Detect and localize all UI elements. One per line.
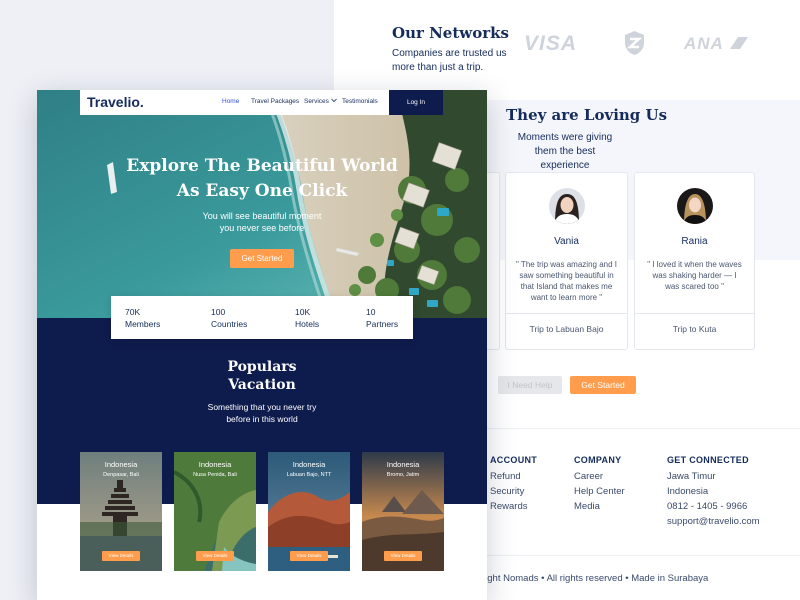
testimonial-card-rania: Rania " I loved it when the waves was sh… — [634, 172, 755, 350]
footer-link-security[interactable]: Security — [490, 484, 537, 499]
testimonial-name: Rania — [681, 236, 708, 247]
stat-members: 70K Members — [125, 306, 160, 330]
popular-title-line-2: Vacation — [228, 377, 296, 393]
divider — [635, 313, 754, 314]
vacation-country: Indonesia — [292, 460, 326, 469]
hero-subtitle-line-2: you never see before — [219, 223, 305, 233]
hero-title: Explore The Beautiful World As Easy One … — [107, 154, 417, 204]
popular-subtitle-line-1: Something that you never try — [207, 402, 317, 412]
networks-subtitle: Companies are trusted us more than just … — [392, 48, 507, 73]
stat-value: 100 — [211, 307, 226, 317]
testimonial-trip: Trip to Kuta — [672, 324, 717, 334]
ana-stripe-icon — [729, 37, 748, 49]
nav-link-services[interactable]: Services — [304, 98, 337, 105]
copyright: right Nomads • All rights reserved • Mad… — [482, 573, 709, 584]
vacation-place: Denpasar, Bali — [103, 472, 139, 478]
testimonial-trip: Trip to Labuan Bajo — [529, 324, 604, 334]
navbar: Travelio. Home Travel Packages Services … — [80, 90, 443, 115]
footer-phone[interactable]: 0812 - 1405 - 9966 — [667, 499, 760, 514]
popular-subtitle: Something that you never try before in t… — [187, 401, 337, 425]
front-page: Travelio. Home Travel Packages Services … — [37, 90, 487, 600]
vacation-card-nusa-penida[interactable]: Indonesia Nusa Penida, Bali View Details — [174, 452, 256, 571]
vacation-card-denpasar[interactable]: Indonesia Denpasar, Bali View Details — [80, 452, 162, 571]
shield-logo — [625, 31, 644, 55]
brand-dot: . — [139, 94, 144, 110]
view-details-button[interactable]: View Details — [384, 551, 422, 561]
vacation-card-labuan-bajo[interactable]: Indonesia Labuan Bajo, NTT View Details — [268, 452, 350, 571]
divider — [506, 313, 627, 314]
stat-countries: 100 Countries — [211, 306, 247, 330]
nav-link-travel-packages[interactable]: Travel Packages — [251, 98, 299, 105]
testimonials-subtitle: Moments were giving them the best experi… — [517, 132, 613, 171]
footer-heading: COMPANY — [574, 455, 622, 465]
hero-get-started-button[interactable]: Get Started — [230, 249, 294, 268]
popular-title: Populars Vacation — [187, 358, 337, 394]
testimonial-quote: " The trip was amazing and I saw somethi… — [516, 260, 617, 302]
footer-column-connected: GET CONNECTED Jawa Timur Indonesia 0812 … — [667, 455, 760, 529]
hero-image — [37, 90, 487, 318]
vacation-country: Indonesia — [386, 460, 420, 469]
stat-label: Hotels — [295, 319, 320, 329]
stat-hotels: 10K Hotels — [295, 306, 319, 330]
stat-label: Countries — [211, 319, 248, 329]
nav-link-services-label: Services — [304, 98, 329, 105]
nav-link-home[interactable]: Home — [222, 98, 239, 105]
footer-heading: GET CONNECTED — [667, 455, 749, 465]
stats-bar: 70K Members 100 Countries 10K Hotels 10 … — [111, 296, 413, 339]
popular-subtitle-line-2: before in this world — [226, 414, 298, 424]
vacation-country: Indonesia — [104, 460, 138, 469]
testimonial-card-vania: Vania " The trip was amazing and I saw s… — [505, 172, 628, 350]
nav-link-testimonials[interactable]: Testimonials — [342, 98, 378, 105]
vacation-place: Nusa Penida, Bali — [193, 472, 237, 478]
footer-link-help-center[interactable]: Help Center — [574, 484, 625, 499]
testimonials-title: They are Loving Us — [506, 106, 668, 124]
footer-link-refund[interactable]: Refund — [490, 469, 537, 484]
vacation-place: Bromo, Jatim — [386, 472, 420, 478]
footer-link-rewards[interactable]: Rewards — [490, 499, 537, 514]
get-started-button[interactable]: Get Started — [570, 376, 636, 394]
stat-value: 10K — [295, 307, 311, 317]
footer-column-account: ACCOUNT Refund Security Rewards — [490, 455, 537, 514]
view-details-button[interactable]: View Details — [290, 551, 328, 561]
vacation-place: Labuan Bajo, NTT — [286, 472, 332, 478]
footer-address-country: Indonesia — [667, 486, 709, 497]
footer-email[interactable]: support@travelio.com — [667, 514, 760, 529]
need-help-button[interactable]: I Need Help — [498, 376, 562, 394]
visa-logo: VISA — [524, 32, 578, 55]
stat-label: Partners — [366, 319, 399, 329]
brand-name: Travelio — [87, 94, 140, 110]
hero-subtitle-line-1: You will see beautiful moment — [202, 211, 322, 221]
view-details-button[interactable]: View Details — [102, 551, 140, 561]
stat-partners: 10 Partners — [366, 306, 398, 330]
footer-heading: ACCOUNT — [490, 455, 538, 465]
hero-title-line-2: As Easy One Click — [176, 181, 348, 201]
networks-title: Our Networks — [392, 24, 509, 42]
footer-column-company: COMPANY Career Help Center Media — [574, 455, 625, 514]
testimonial-quote: " I loved it when the waves was shaking … — [647, 260, 742, 291]
vacation-card-bromo[interactable]: Indonesia Bromo, Jatim View Details — [362, 452, 444, 571]
popular-title-line-1: Populars — [227, 359, 297, 375]
avatar — [548, 188, 585, 224]
login-button[interactable]: Log In — [389, 90, 443, 115]
vacation-country: Indonesia — [198, 460, 232, 469]
view-details-button[interactable]: View Details — [196, 551, 234, 561]
ana-logo: ANA — [684, 34, 749, 54]
hero-title-line-1: Explore The Beautiful World — [126, 156, 398, 176]
footer-link-media[interactable]: Media — [574, 499, 625, 514]
footer-address-region: Jawa Timur — [667, 471, 716, 482]
chevron-down-icon — [330, 98, 337, 103]
stat-value: 10 — [366, 307, 376, 317]
footer-link-career[interactable]: Career — [574, 469, 625, 484]
stat-label: Members — [125, 319, 161, 329]
avatar — [676, 188, 713, 224]
ana-logo-text: ANA — [684, 34, 724, 53]
brand-logo[interactable]: Travelio. — [87, 94, 144, 110]
stat-value: 70K — [125, 307, 141, 317]
hero-subtitle: You will see beautiful moment you never … — [177, 210, 347, 234]
testimonial-name: Vania — [554, 236, 579, 247]
